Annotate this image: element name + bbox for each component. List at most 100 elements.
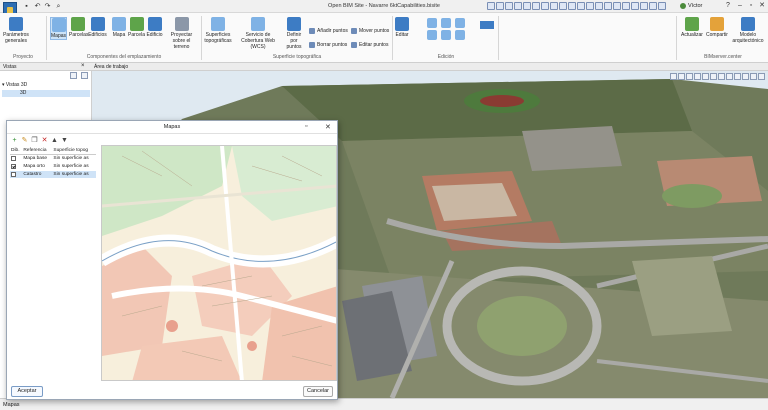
delete-points-button[interactable]: Borrar puntos [309,42,347,48]
tree-item-3d[interactable]: 3D [2,90,90,97]
title-toolbar [487,2,666,10]
group-separator [46,16,47,60]
coverage-service-button[interactable]: Servicio de Cobertura Web (WCS) [235,17,281,50]
view-tool-icon[interactable] [750,73,757,80]
toolbar-tool-icon[interactable] [622,2,630,10]
share-icon [710,17,724,31]
view-tool-icon[interactable] [686,73,693,80]
toolbar-tool-icon[interactable] [532,2,540,10]
map-button[interactable]: Mapa [112,17,126,38]
add-icon[interactable]: + [11,137,18,144]
copy-icon[interactable]: ❐ [31,137,38,144]
toolbar-tool-icon[interactable] [640,2,648,10]
building-button[interactable]: Edificio [146,17,163,38]
dialog-maximize-icon[interactable]: ▫ [305,123,307,130]
group-label-project: Proyecto [13,54,33,60]
column-header-surface[interactable]: Superficie topog [52,147,96,155]
close-icon[interactable]: ✕ [756,1,768,11]
view-tool-icon[interactable] [710,73,717,80]
edit-icon[interactable]: ✎ [21,137,28,144]
topo-surfaces-button[interactable]: Superficies topográficas [203,17,233,44]
column-header-reference[interactable]: Referencia [22,147,53,155]
toolbar-tool-icon[interactable] [541,2,549,10]
view-settings-icon[interactable] [81,72,88,79]
update-button[interactable]: Actualizar [680,17,704,38]
toolbar-tool-icon[interactable] [505,2,513,10]
delete-point-icon [309,42,315,48]
toolbar-tool-icon[interactable] [649,2,657,10]
cancel-button[interactable]: Cancelar [303,386,333,397]
view-tool-icon[interactable] [758,73,765,80]
mirror-icon[interactable] [455,30,465,40]
parcel-icon [129,17,144,31]
move-icon[interactable] [427,18,437,28]
toolbar-tool-icon[interactable] [550,2,558,10]
toolbar-tool-icon[interactable] [568,2,576,10]
edit-button[interactable]: Editar [394,17,410,38]
views-panel-title: Vistas [3,64,17,70]
toolbar-tool-icon[interactable] [586,2,594,10]
toolbar-tool-icon[interactable] [577,2,585,10]
table-row[interactable]: Catastro Sin superficie as [10,170,96,179]
camera-icon[interactable] [70,72,77,79]
toolbar-tool-icon[interactable] [613,2,621,10]
parcels-button[interactable]: Parcelas [69,17,88,38]
accept-button[interactable]: Aceptar [11,386,43,397]
maps-button[interactable]: Mapas [50,17,67,40]
view-tool-icon[interactable] [718,73,725,80]
toolbar-tool-icon[interactable] [658,2,666,10]
edit-points-button[interactable]: Editar puntos [351,42,388,48]
ribbon: Parámetros generales Mapas Parcelas Edif… [0,13,768,63]
group-label-bimserver: BIMserver.center [704,54,742,60]
toolbar-tool-icon[interactable] [523,2,531,10]
view-tool-icon[interactable] [726,73,733,80]
view-tool-icon[interactable] [702,73,709,80]
move-up-icon[interactable]: ▲ [51,137,58,144]
map-preview[interactable] [101,145,337,381]
surface-icon [211,17,225,31]
align-icon[interactable] [480,21,494,29]
dialog-close-icon[interactable]: ✕ [325,123,331,131]
user-avatar-icon[interactable] [680,3,686,9]
tree-root[interactable]: ▾ Vistas 3D [2,82,27,88]
draw-checkbox[interactable] [11,163,16,169]
table-row[interactable]: Mapa base Sin superficie as [10,155,96,163]
help-icon[interactable]: ? [722,1,734,11]
toolbar-tool-icon[interactable] [595,2,603,10]
copy-icon[interactable] [441,18,451,28]
view-tool-icon[interactable] [670,73,677,80]
view-tool-icon[interactable] [734,73,741,80]
share-button[interactable]: Compartir [706,17,728,38]
user-name[interactable]: Víctor [688,3,702,9]
toolbar-tool-icon[interactable] [559,2,567,10]
define-by-points-button[interactable]: Definir por puntos [283,17,305,50]
rotate-icon[interactable] [455,18,465,28]
project-params-button[interactable]: Parámetros generales [2,17,30,44]
project-on-terrain-button[interactable]: Proyectar sobre el terreno [164,17,199,50]
column-header-draw[interactable]: Dib. [10,147,23,155]
view-tool-icon[interactable] [742,73,749,80]
buildings-button[interactable]: Edificios [88,17,107,38]
move-down-icon[interactable]: ▼ [61,137,68,144]
group-label-topographic-surface: Superficie topográfica [272,54,322,60]
parcel-button[interactable]: Parcela [128,17,145,38]
toolbar-tool-icon[interactable] [514,2,522,10]
delete-icon[interactable]: ✕ [41,137,48,144]
draw-checkbox[interactable] [11,171,16,177]
erase-icon[interactable] [427,30,437,40]
view-tool-icon[interactable] [678,73,685,80]
toolbar-tool-icon[interactable] [496,2,504,10]
arch-model-button[interactable]: Modelo arquitectónico [731,17,765,44]
add-points-button[interactable]: Añadir puntos [309,28,348,34]
panel-close-icon[interactable]: × [81,63,85,69]
move-points-button[interactable]: Mover puntos [351,28,389,34]
row-reference: Catastro [22,170,53,179]
toolbar-tool-icon[interactable] [487,2,495,10]
toolbar-tool-icon[interactable] [631,2,639,10]
scale-icon[interactable] [441,30,451,40]
points-icon [287,17,301,31]
draw-checkbox[interactable] [11,156,16,161]
toolbar-tool-icon[interactable] [604,2,612,10]
view-tool-icon[interactable] [694,73,701,80]
table-row[interactable]: Mapa orto Sin superficie as [10,163,96,171]
